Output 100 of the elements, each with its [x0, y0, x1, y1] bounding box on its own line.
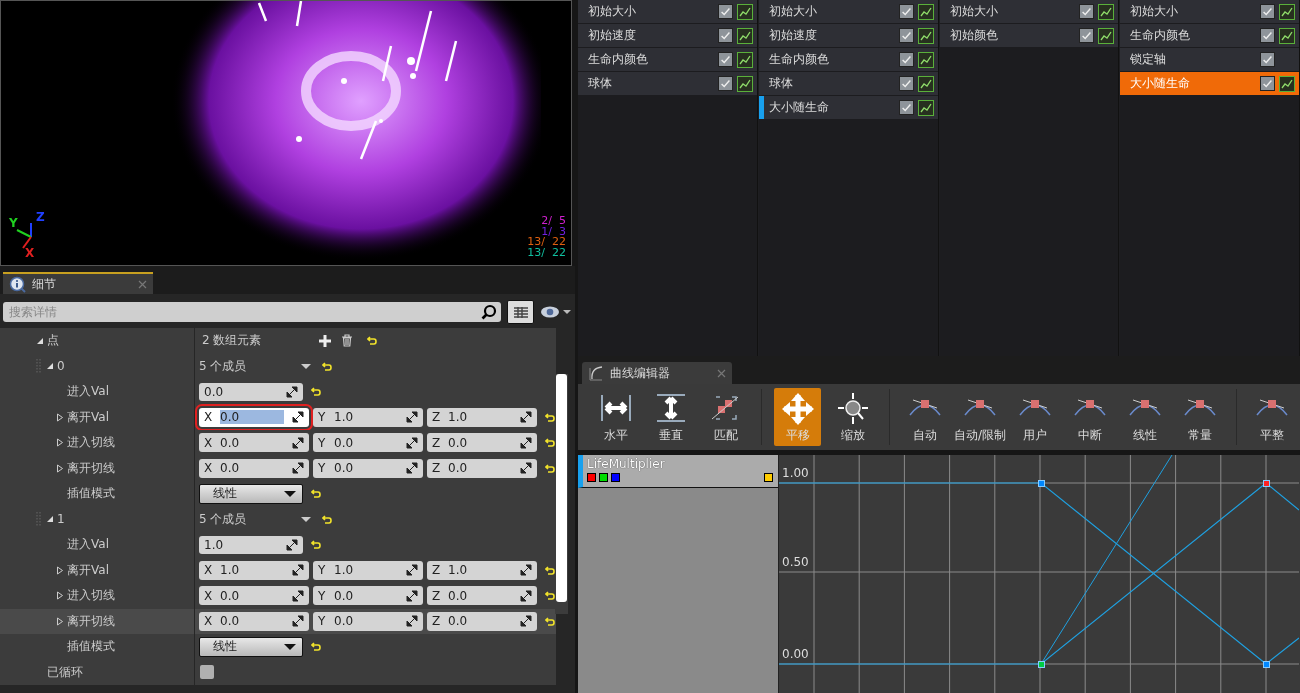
curve-graph-icon[interactable] — [1279, 27, 1295, 44]
spin-arrows-icon[interactable] — [406, 564, 418, 577]
vector-component-field[interactable]: Y 1.0 — [313, 407, 423, 427]
number-field[interactable]: 0.0 — [199, 382, 303, 401]
curve-graph-icon[interactable] — [917, 99, 934, 116]
module-row[interactable]: 初始速度 — [758, 24, 938, 47]
collapsed-triangle-icon[interactable] — [56, 438, 64, 448]
spin-arrows-icon[interactable] — [292, 564, 304, 577]
spin-arrows-icon[interactable] — [520, 411, 532, 424]
scrollbar[interactable] — [555, 374, 568, 614]
trash-icon[interactable] — [341, 334, 353, 348]
interpolation-dropdown[interactable]: 线性 — [199, 636, 303, 657]
enable-checkbox[interactable] — [1260, 4, 1275, 19]
expanded-triangle-icon[interactable] — [36, 336, 44, 345]
curve-graph-icon[interactable] — [736, 51, 753, 68]
spin-arrows-icon[interactable] — [292, 462, 304, 475]
vector-component-field[interactable]: Y 0.0 — [313, 611, 423, 631]
dropdown-caret-icon[interactable] — [300, 515, 312, 523]
curve-key-point[interactable] — [1262, 479, 1270, 487]
details-tab[interactable]: 细节 — [3, 272, 153, 294]
module-row[interactable]: 生命内颜色 — [758, 48, 938, 71]
collapsed-triangle-icon[interactable] — [56, 616, 64, 626]
module-row[interactable]: 初始大小 — [578, 0, 757, 23]
spin-arrows-icon[interactable] — [520, 564, 532, 577]
vector-component-field[interactable]: Z 0.0 — [427, 458, 537, 478]
spin-arrows-icon[interactable] — [292, 615, 304, 628]
spin-arrows-icon[interactable] — [406, 436, 418, 449]
track-color-icon[interactable] — [764, 473, 773, 482]
curve-graph-icon[interactable] — [736, 75, 753, 92]
toolbar-button[interactable]: 用户 — [1007, 388, 1063, 446]
spin-arrows-icon[interactable] — [406, 589, 418, 602]
spin-arrows-icon[interactable] — [406, 615, 418, 628]
toolbar-button[interactable]: 线性 — [1117, 388, 1173, 446]
toolbar-button[interactable]: 水平 — [588, 388, 644, 446]
spin-arrows-icon[interactable] — [520, 589, 532, 602]
curve-graph-icon[interactable] — [1279, 75, 1295, 92]
module-row[interactable]: 生命内颜色 — [1120, 24, 1299, 47]
curve-path[interactable] — [779, 482, 1299, 665]
curve-key-point[interactable] — [1262, 660, 1270, 668]
module-row[interactable]: 初始速度 — [578, 24, 757, 47]
spin-arrows-icon[interactable] — [520, 436, 532, 449]
curve-graph-icon[interactable] — [917, 75, 934, 92]
enable-checkbox[interactable] — [898, 28, 914, 43]
curve-key-point[interactable] — [1037, 660, 1045, 668]
spin-arrows-icon[interactable] — [292, 411, 304, 424]
module-row[interactable]: 初始大小 — [758, 0, 938, 23]
interpolation-dropdown[interactable]: 线性 — [199, 483, 303, 504]
reset-arrow-icon[interactable] — [311, 386, 321, 398]
enable-checkbox[interactable] — [1079, 28, 1095, 43]
toolbar-button[interactable]: 匹配 — [698, 388, 754, 446]
vector-component-field[interactable]: Z 0.0 — [427, 611, 537, 631]
reset-arrow-icon[interactable] — [311, 641, 321, 653]
channel-toggle-icon[interactable] — [587, 473, 620, 482]
curve-graph[interactable]: 1.00 0.50 0.00 — [779, 455, 1300, 693]
expanded-triangle-icon[interactable] — [46, 515, 54, 524]
enable-checkbox[interactable] — [898, 4, 914, 19]
enable-checkbox[interactable] — [717, 28, 733, 43]
vector-component-field[interactable]: X 0.0 — [199, 433, 309, 453]
collapsed-triangle-icon[interactable] — [56, 412, 64, 422]
collapsed-triangle-icon[interactable] — [56, 591, 64, 601]
curve-graph-icon[interactable] — [1098, 27, 1115, 44]
reset-arrow-icon[interactable] — [311, 539, 321, 551]
enable-checkbox[interactable] — [898, 52, 914, 67]
vector-component-field[interactable]: X 0.0 — [199, 586, 309, 606]
number-field[interactable]: 1.0 — [199, 535, 303, 554]
vector-component-field[interactable]: Y 0.0 — [313, 586, 423, 606]
enable-checkbox[interactable] — [717, 76, 733, 91]
reset-arrow-icon[interactable] — [545, 462, 555, 474]
enable-checkbox[interactable] — [898, 100, 914, 115]
enable-checkbox[interactable] — [717, 52, 733, 67]
toolbar-button[interactable]: 中断 — [1062, 388, 1118, 446]
module-row[interactable]: 初始颜色 — [939, 24, 1119, 47]
vector-component-field[interactable]: X 0.0 — [199, 611, 309, 631]
reset-arrow-icon[interactable] — [322, 513, 332, 525]
enable-checkbox[interactable] — [898, 76, 914, 91]
curve-graph-icon[interactable] — [917, 51, 934, 68]
curve-graph-icon[interactable] — [917, 27, 934, 44]
close-icon[interactable] — [138, 279, 147, 289]
add-plus-icon[interactable] — [319, 334, 331, 347]
vector-component-field[interactable]: Z 1.0 — [427, 407, 537, 427]
reset-arrow-icon[interactable] — [545, 437, 555, 449]
reset-arrow-icon[interactable] — [322, 360, 332, 372]
module-row[interactable]: 锁定轴 — [1120, 48, 1299, 71]
curve-key-point[interactable] — [1037, 479, 1045, 487]
spin-arrows-icon[interactable] — [292, 589, 304, 602]
spin-arrows-icon[interactable] — [520, 462, 532, 475]
spin-arrows-icon[interactable] — [292, 436, 304, 449]
enable-checkbox[interactable] — [717, 4, 733, 19]
scrollbar-thumb[interactable] — [556, 374, 567, 602]
module-row[interactable]: 球体 — [758, 72, 938, 95]
curve-graph-icon[interactable] — [1279, 3, 1295, 20]
curve-graph-icon[interactable] — [736, 27, 753, 44]
reset-arrow-icon[interactable] — [311, 488, 321, 500]
view-options-button[interactable] — [507, 300, 534, 324]
vector-component-field[interactable]: Y 0.0 — [313, 458, 423, 478]
curve-graph-icon[interactable] — [917, 3, 934, 20]
visibility-eye-icon[interactable] — [540, 305, 572, 319]
vector-component-field[interactable]: X 1.0 — [199, 560, 309, 580]
spin-arrows-icon[interactable] — [520, 615, 532, 628]
toolbar-button[interactable]: 平整 — [1244, 388, 1300, 446]
